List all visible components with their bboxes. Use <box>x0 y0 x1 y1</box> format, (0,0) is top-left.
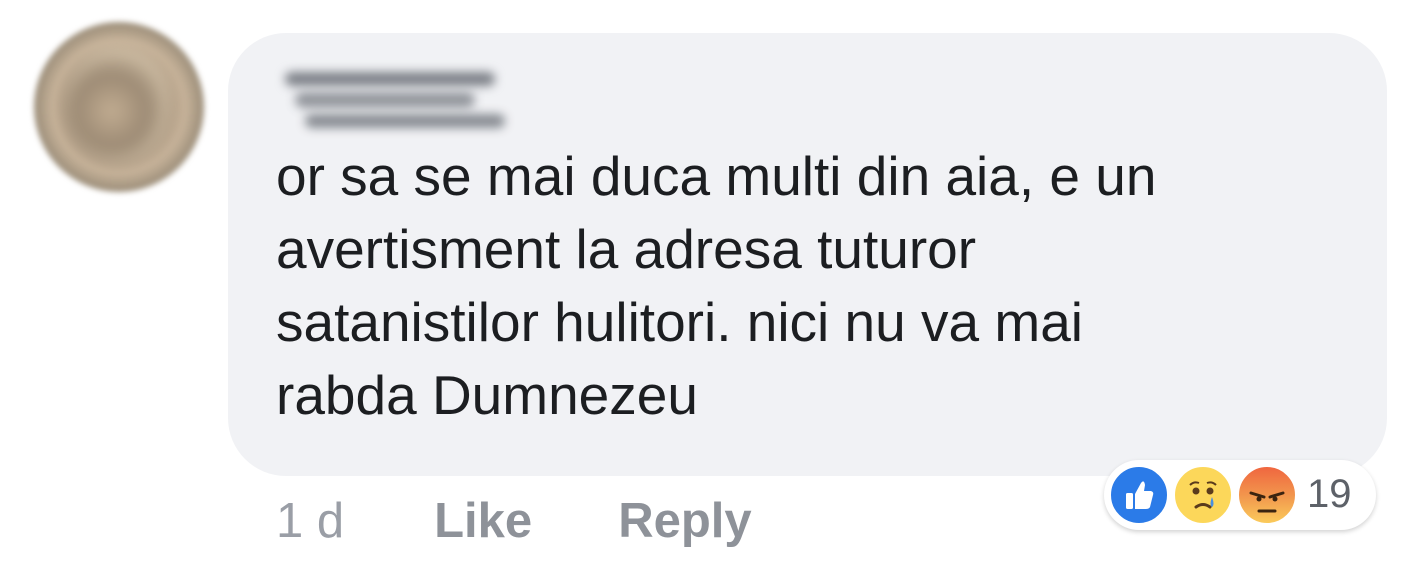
comment-text: or sa se mai duca multi din aia, e un av… <box>276 145 1157 426</box>
reaction-count: 19 <box>1307 472 1352 516</box>
author-name-redacted[interactable] <box>275 62 515 140</box>
like-button[interactable]: Like <box>434 493 532 549</box>
comment-container: or sa se mai duca multi din aia, e un av… <box>0 0 1425 572</box>
reactions-summary[interactable]: 19 <box>1104 460 1376 530</box>
comment-actions: 1 d Like Reply <box>276 486 752 556</box>
like-icon <box>1108 464 1170 526</box>
reply-button[interactable]: Reply <box>618 493 751 549</box>
comment-timestamp[interactable]: 1 d <box>276 493 344 549</box>
angry-icon <box>1236 464 1298 526</box>
sad-icon <box>1172 464 1234 526</box>
avatar-blur-overlay <box>62 45 172 165</box>
